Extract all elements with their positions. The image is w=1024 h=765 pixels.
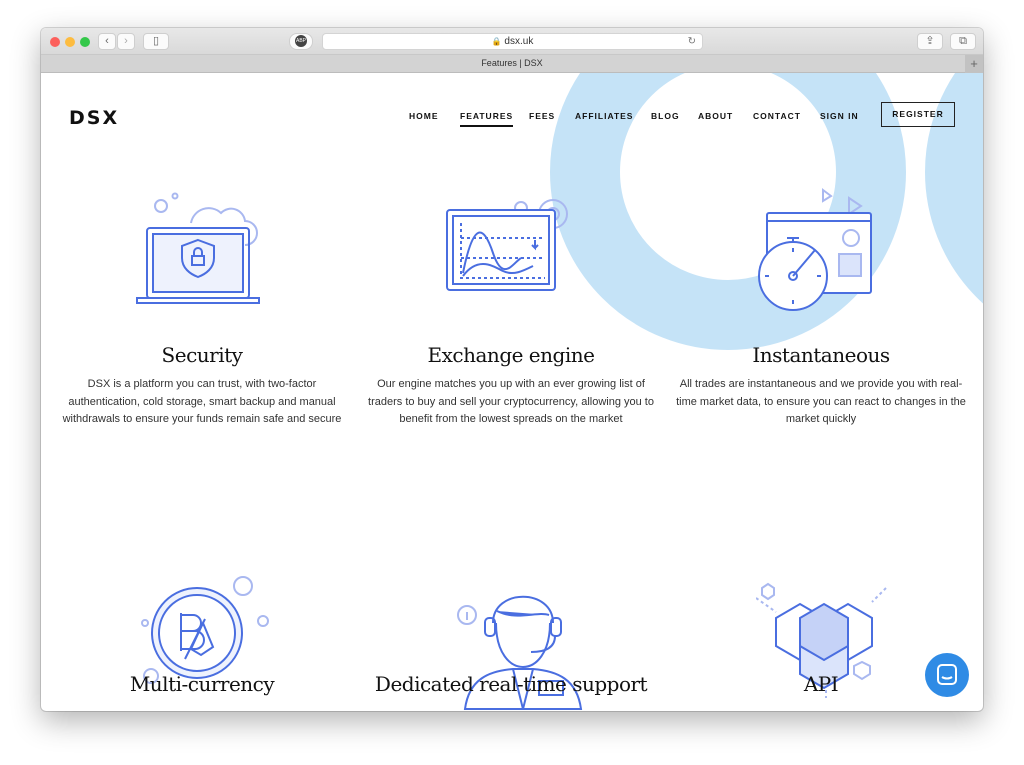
nav-affiliates[interactable]: AFFILIATES — [575, 111, 633, 121]
chart-gears-icon — [446, 199, 568, 291]
nav-features[interactable]: FEATURES — [460, 111, 514, 127]
sidebar-icon[interactable]: ▯ — [143, 33, 169, 50]
active-tab[interactable]: Features | DSX — [481, 58, 542, 68]
tab-bar: Features | DSX + — [41, 55, 983, 73]
tabs-overview-icon[interactable]: ⧉ — [950, 33, 976, 50]
nav-about[interactable]: ABOUT — [698, 111, 733, 121]
maximize-window-button[interactable] — [80, 37, 90, 47]
back-icon[interactable]: ‹ — [98, 33, 116, 50]
dsx-logo[interactable]: DSX — [69, 107, 119, 129]
coin-icon — [141, 576, 269, 684]
browser-toolbar: ‹ › ▯ ABP 🔒 dsx.uk ↻ ⇪ ⧉ — [41, 28, 983, 55]
feature-title: Instantaneous — [752, 343, 890, 367]
nav-home[interactable]: HOME — [409, 111, 439, 121]
feature-title: Exchange engine — [427, 343, 595, 367]
nav-blog[interactable]: BLOG — [651, 111, 680, 121]
browser-window: ‹ › ▯ ABP 🔒 dsx.uk ↻ ⇪ ⧉ Features | DSX +… — [41, 28, 983, 711]
stopwatch-icon — [758, 188, 872, 311]
feature-title: Multi-currency — [129, 672, 275, 696]
feature-title: Dedicated real-time support — [374, 672, 648, 696]
reload-icon[interactable]: ↻ — [688, 34, 696, 50]
nav-fees[interactable]: FEES — [529, 111, 555, 121]
chat-icon — [937, 664, 957, 685]
feature-exchange-engine: Exchange engine Our engine matches you u… — [361, 343, 661, 429]
abp-extension-button[interactable]: ABP — [289, 33, 313, 50]
address-bar[interactable]: 🔒 dsx.uk ↻ — [322, 33, 703, 50]
chat-launcher-button[interactable] — [925, 653, 969, 697]
share-icon[interactable]: ⇪ — [917, 33, 943, 50]
feature-description: All trades are instantaneous and we prov… — [676, 378, 966, 425]
page-content: DSX HOME FEATURES FEES AFFILIATES BLOG A… — [41, 73, 983, 711]
forward-icon[interactable]: › — [117, 33, 135, 50]
close-window-button[interactable] — [50, 37, 60, 47]
nav-sign-in[interactable]: SIGN IN — [820, 111, 859, 121]
feature-description: DSX is a platform you can trust, with tw… — [62, 378, 342, 425]
nav-contact[interactable]: CONTACT — [753, 111, 801, 121]
feature-description: Our engine matches you up with an ever g… — [368, 378, 654, 425]
feature-instantaneous: Instantaneous All trades are instantaneo… — [671, 343, 971, 429]
register-button[interactable]: REGISTER — [881, 102, 955, 127]
laptop-shield-icon — [136, 192, 260, 304]
feature-security: Security DSX is a platform you can trust… — [52, 343, 352, 429]
lock-icon: 🔒 — [491, 37, 502, 46]
new-tab-button[interactable]: + — [965, 55, 983, 73]
minimize-window-button[interactable] — [65, 37, 75, 47]
feature-title: Security — [161, 343, 243, 367]
feature-multi-currency: Multi-currency — [52, 672, 352, 696]
feature-support: Dedicated real-time support — [361, 672, 661, 696]
